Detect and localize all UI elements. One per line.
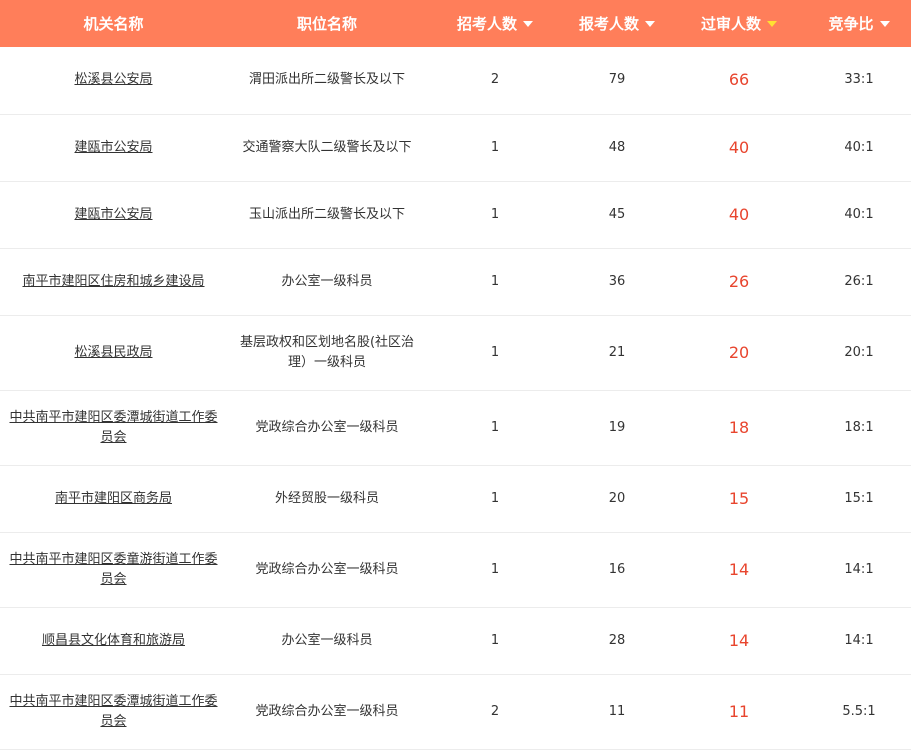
position-cell: 党政综合办公室一级科员 — [255, 703, 399, 719]
table-row: 建瓯市公安局 交通警察大队二级警长及以下 1 48 40 40:1 — [0, 114, 911, 181]
sort-caret-icon — [523, 20, 533, 27]
active-sort-caret-icon — [767, 20, 777, 27]
ratio-cell: 26:1 — [844, 273, 874, 289]
agency-column-header: 机关名称 — [83, 15, 144, 33]
passed-cell: 18 — [728, 417, 750, 437]
passed-cell: 14 — [728, 559, 750, 579]
ratio-cell: 40:1 — [844, 139, 874, 155]
position-cell: 办公室一级科员 — [281, 632, 373, 648]
recruitment-table: 机关名称 职位名称 招考人数 报考人数 过审人数 竞争比 松溪县公安局 渭田派出… — [0, 0, 911, 750]
recruit-cell: 2 — [490, 72, 500, 88]
position-cell: 基层政权和区划地名股(社区治理）一级科员 — [239, 334, 415, 370]
apply-cell: 16 — [608, 561, 626, 577]
recruit-cell: 2 — [490, 703, 500, 719]
apply-cell: 48 — [608, 139, 626, 155]
agency-link[interactable]: 建瓯市公安局 — [74, 207, 152, 222]
apply-cell: 20 — [608, 490, 626, 506]
agency-link[interactable]: 南平市建阳区住房和城乡建设局 — [22, 274, 204, 289]
recruit-cell: 1 — [490, 273, 500, 289]
agency-link[interactable]: 松溪县民政局 — [74, 345, 152, 360]
recruit-cell: 1 — [490, 139, 500, 155]
position-cell: 办公室一级科员 — [281, 273, 373, 289]
table-row: 顺昌县文化体育和旅游局 办公室一级科员 1 28 14 14:1 — [0, 607, 911, 674]
apply-cell: 11 — [608, 703, 626, 719]
ratio-cell: 5.5:1 — [842, 703, 876, 719]
agency-link[interactable]: 中共南平市建阳区委潭城街道工作委员会 — [9, 410, 217, 445]
ratio-cell: 40:1 — [844, 206, 874, 222]
passed-count-sort-header[interactable]: 过审人数 — [671, 0, 807, 47]
passed-cell: 40 — [728, 204, 750, 224]
recruit-cell: 1 — [490, 419, 500, 435]
apply-cell: 79 — [608, 72, 626, 88]
recruit-cell: 1 — [490, 632, 500, 648]
recruit-count-sort-header[interactable]: 招考人数 — [427, 0, 563, 47]
passed-cell: 40 — [728, 137, 750, 157]
agency-link[interactable]: 中共南平市建阳区委童游街道工作委员会 — [9, 552, 217, 587]
table-row: 中共南平市建阳区委潭城街道工作委员会 党政综合办公室一级科员 1 19 18 1… — [0, 390, 911, 465]
apply-cell: 19 — [608, 419, 626, 435]
table-header-row: 机关名称 职位名称 招考人数 报考人数 过审人数 竞争比 — [0, 0, 911, 47]
table-row: 中共南平市建阳区委童游街道工作委员会 党政综合办公室一级科员 1 16 14 1… — [0, 532, 911, 607]
table-row: 松溪县公安局 渭田派出所二级警长及以下 2 79 66 33:1 — [0, 47, 911, 114]
recruit-cell: 1 — [490, 490, 500, 506]
table-row: 南平市建阳区商务局 外经贸股一级科员 1 20 15 15:1 — [0, 465, 911, 532]
agency-link[interactable]: 中共南平市建阳区委潭城街道工作委员会 — [9, 694, 217, 729]
table-row: 建瓯市公安局 玉山派出所二级警长及以下 1 45 40 40:1 — [0, 181, 911, 248]
ratio-cell: 18:1 — [844, 419, 874, 435]
recruit-cell: 1 — [490, 206, 500, 222]
table-row: 南平市建阳区住房和城乡建设局 办公室一级科员 1 36 26 26:1 — [0, 248, 911, 315]
ratio-cell: 14:1 — [844, 632, 874, 648]
passed-cell: 66 — [728, 70, 750, 90]
table-row: 中共南平市建阳区委潭城街道工作委员会 党政综合办公室一级科员 2 11 11 5… — [0, 674, 911, 749]
ratio-cell: 20:1 — [844, 344, 874, 360]
recruit-cell: 1 — [490, 561, 500, 577]
sort-caret-icon — [645, 20, 655, 27]
agency-link[interactable]: 建瓯市公安局 — [74, 140, 152, 155]
agency-link[interactable]: 松溪县公安局 — [74, 72, 152, 87]
apply-cell: 45 — [608, 206, 626, 222]
ratio-sort-header[interactable]: 竞争比 — [807, 0, 911, 47]
agency-link[interactable]: 顺昌县文化体育和旅游局 — [42, 633, 185, 648]
ratio-cell: 15:1 — [844, 490, 874, 506]
table-row: 松溪县民政局 基层政权和区划地名股(社区治理）一级科员 1 21 20 20:1 — [0, 315, 911, 390]
agency-link[interactable]: 南平市建阳区商务局 — [55, 491, 172, 506]
recruit-cell: 1 — [490, 344, 500, 360]
position-cell: 交通警察大队二级警长及以下 — [242, 139, 412, 155]
position-cell: 党政综合办公室一级科员 — [255, 419, 399, 435]
ratio-cell: 14:1 — [844, 561, 874, 577]
position-cell: 外经贸股一级科员 — [274, 490, 379, 506]
passed-cell: 20 — [728, 342, 750, 362]
position-cell: 玉山派出所二级警长及以下 — [248, 206, 405, 222]
apply-count-sort-header[interactable]: 报考人数 — [563, 0, 671, 47]
sort-caret-icon — [879, 20, 890, 27]
apply-cell: 21 — [608, 344, 626, 360]
apply-cell: 28 — [608, 632, 626, 648]
passed-cell: 11 — [728, 701, 750, 721]
passed-cell: 15 — [728, 488, 750, 508]
position-cell: 党政综合办公室一级科员 — [255, 561, 399, 577]
position-cell: 渭田派出所二级警长及以下 — [248, 72, 405, 88]
ratio-cell: 33:1 — [844, 72, 874, 88]
position-column-header: 职位名称 — [296, 15, 357, 33]
passed-cell: 26 — [728, 271, 750, 291]
passed-cell: 14 — [728, 630, 750, 650]
apply-cell: 36 — [608, 273, 626, 289]
